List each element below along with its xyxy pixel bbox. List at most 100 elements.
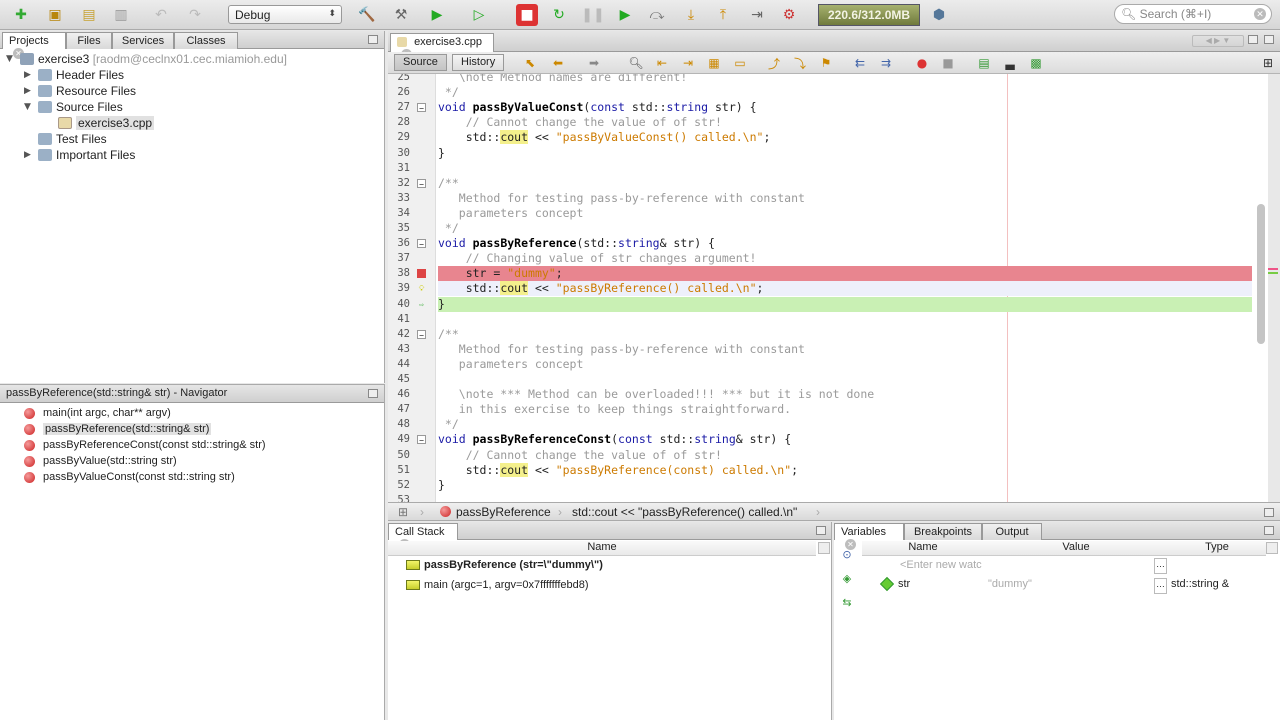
tab-variables[interactable]: Variables✕ [834,523,904,550]
code-line[interactable]: 28 // Cannot change the value of of str! [388,115,1268,130]
search-field[interactable]: 🔍︎ Search (⌘+I) ✕ [1114,4,1272,24]
code-line[interactable]: 26 */ [388,85,1268,100]
previous-bookmark-icon[interactable]: ⤴ [766,55,782,71]
error-stripe-mark[interactable] [1268,268,1278,270]
fold-icon[interactable]: − [417,103,426,113]
tab-scroll-arrows[interactable]: ◀ ▶ ▼ [1192,35,1244,47]
stop-debug-icon[interactable]: ■ [516,4,538,26]
step-into-icon[interactable]: ⤓ [680,4,702,26]
collapsed-arrow-icon[interactable]: ▶ [24,86,34,96]
code-line[interactable]: 48 */ [388,417,1268,432]
code-line[interactable]: 49− void passByReferenceConst(const std::… [388,432,1268,447]
code-line[interactable]: 38 str = "dummy"; [388,266,1268,282]
profile-icon[interactable]: ⬢ [928,4,950,26]
code-line[interactable]: 44 parameters concept [388,357,1268,372]
watch-edit-button[interactable]: … [1154,558,1167,574]
maximize-icon[interactable] [1264,35,1274,44]
minimize-icon[interactable] [1264,508,1274,517]
breadcrumb-root-icon[interactable]: ⊞ [398,505,408,519]
new-watch-icon[interactable]: ⊙ [838,546,856,563]
forward-icon[interactable]: ➡ [586,55,602,71]
code-line[interactable]: 35 */ [388,221,1268,236]
breakpoint-icon[interactable] [417,269,426,279]
source-button[interactable]: Source [394,54,447,71]
expanded-arrow-icon[interactable]: ▼ [6,54,16,64]
column-header-type[interactable]: Type [1168,541,1266,556]
code-line[interactable]: 51 std::cout << "passByReference(const) … [388,462,1268,478]
code-line[interactable]: 50 // Cannot change the value of of str! [388,448,1268,463]
back-icon[interactable]: ⬅ [550,55,566,71]
code-line[interactable]: 29 std::cout << "passByValueConst() call… [388,130,1268,145]
code-line[interactable]: 40 ⇨} [388,296,1268,312]
code-line[interactable]: 25 \note Method names are different! [388,74,1268,85]
tree-item-important-files[interactable]: ▶ Important Files [24,147,135,163]
column-header-name[interactable]: Name [388,541,816,556]
code-line[interactable]: 53 [388,493,1268,502]
code-line[interactable]: 45 [388,372,1268,387]
code-line[interactable]: 37 // Changing value of str changes argu… [388,251,1268,266]
minimize-icon[interactable] [816,526,826,535]
step-out-icon[interactable]: ⤒ [712,4,734,26]
navigator-item[interactable]: passByReference(std::string& str) [24,421,212,437]
shift-right-icon[interactable]: ⇉ [878,55,894,71]
scrollbar-thumb[interactable] [1257,204,1265,344]
save-all-icon[interactable]: ▥ [110,4,132,26]
tab-projects[interactable]: Projects✕ [2,32,66,59]
tree-item-project[interactable]: ▼ exercise3 [raodm@ceclnx01.cec.miamioh.e… [6,51,287,67]
breadcrumb-statement[interactable]: std::cout << "passByReference() called.\… [572,505,797,519]
code-line[interactable]: 46 \note *** Method can be overloaded!!!… [388,387,1268,402]
code-line[interactable]: 41 [388,312,1268,327]
comment-icon[interactable]: ▃ [1002,55,1018,71]
split-editor-icon[interactable]: ⊞ [1260,55,1276,71]
navigator-item[interactable]: passByReferenceConst(const std::string& … [24,437,266,453]
fold-icon[interactable]: − [417,178,426,189]
record-macro-icon[interactable]: ● [914,55,930,71]
next-bookmark-icon[interactable]: ⤵ [792,55,808,71]
navigator-item[interactable]: passByValueConst(const std::string str) [24,469,235,485]
code-line[interactable]: 52} [388,478,1268,493]
tree-item-resource-files[interactable]: ▶ Resource Files [24,83,136,99]
navigator-item[interactable]: main(int argc, char** argv) [24,405,171,421]
new-watch-field[interactable]: <Enter new watc [900,559,982,571]
column-options-icon[interactable] [818,542,830,554]
memory-usage[interactable]: 220.6/312.0MB [818,4,920,26]
clear-search-icon[interactable]: ✕ [1254,8,1266,20]
toggle-highlight-icon[interactable]: ▦ [706,55,722,71]
code-line[interactable]: 32− /** [388,176,1268,191]
tree-item-source-files[interactable]: ▼ Source Files [24,99,123,115]
tab-call-stack[interactable]: Call Stack✕ [388,523,458,550]
find-next-icon[interactable]: ⇥ [680,55,696,71]
minimize-icon[interactable] [1264,526,1274,535]
callstack-frame[interactable]: main (argc=1, argv=0x7fffffffebd8) [406,576,589,594]
variable-row[interactable]: str [879,576,910,592]
navigator-item[interactable]: passByValue(std::string str) [24,453,177,469]
tab-files[interactable]: Files [66,32,112,49]
hint-bulb-icon[interactable]: 💡︎ [417,284,426,293]
minimize-icon[interactable] [368,35,378,44]
editor-scrollbar[interactable] [1256,78,1266,498]
new-project-icon[interactable]: ▣ [44,4,66,26]
code-line[interactable]: 27− void passByValueConst(const std::stri… [388,100,1268,115]
new-file-icon[interactable]: ✚ [10,4,32,26]
code-editor[interactable]: 25 \note Method names are different! 26 *… [388,74,1268,502]
tree-item-exercise3-cpp[interactable]: exercise3.cpp [58,115,155,131]
restart-icon[interactable]: ↻ [548,4,570,26]
fold-icon[interactable]: − [417,435,426,445]
column-header-name[interactable]: Name [862,541,984,556]
expanded-arrow-icon[interactable]: ▼ [24,102,34,112]
toggle-rect-selection-icon[interactable]: ▭ [732,55,748,71]
toggle-bookmark-icon[interactable]: ⚑ [818,55,834,71]
open-project-icon[interactable]: ▤ [78,4,100,26]
tree-item-test-files[interactable]: Test Files [24,131,107,147]
tab-exercise3-cpp[interactable]: exercise3.cpp✕ [390,33,494,60]
redo-icon[interactable]: ↷ [184,4,206,26]
step-over-icon[interactable]: ⤼ [646,4,668,26]
callstack-frame[interactable]: passByReference (str=\"dummy\") [406,556,603,574]
tab-output[interactable]: Output [982,523,1042,540]
apply-code-changes-icon[interactable]: ⚙ [778,4,800,26]
show-classes-icon[interactable]: ◈ [838,570,856,587]
collapsed-arrow-icon[interactable]: ▶ [24,150,34,160]
diff-icon[interactable]: ▤ [976,55,992,71]
code-line[interactable]: 30} [388,146,1268,161]
find-previous-icon[interactable]: ⇤ [654,55,670,71]
